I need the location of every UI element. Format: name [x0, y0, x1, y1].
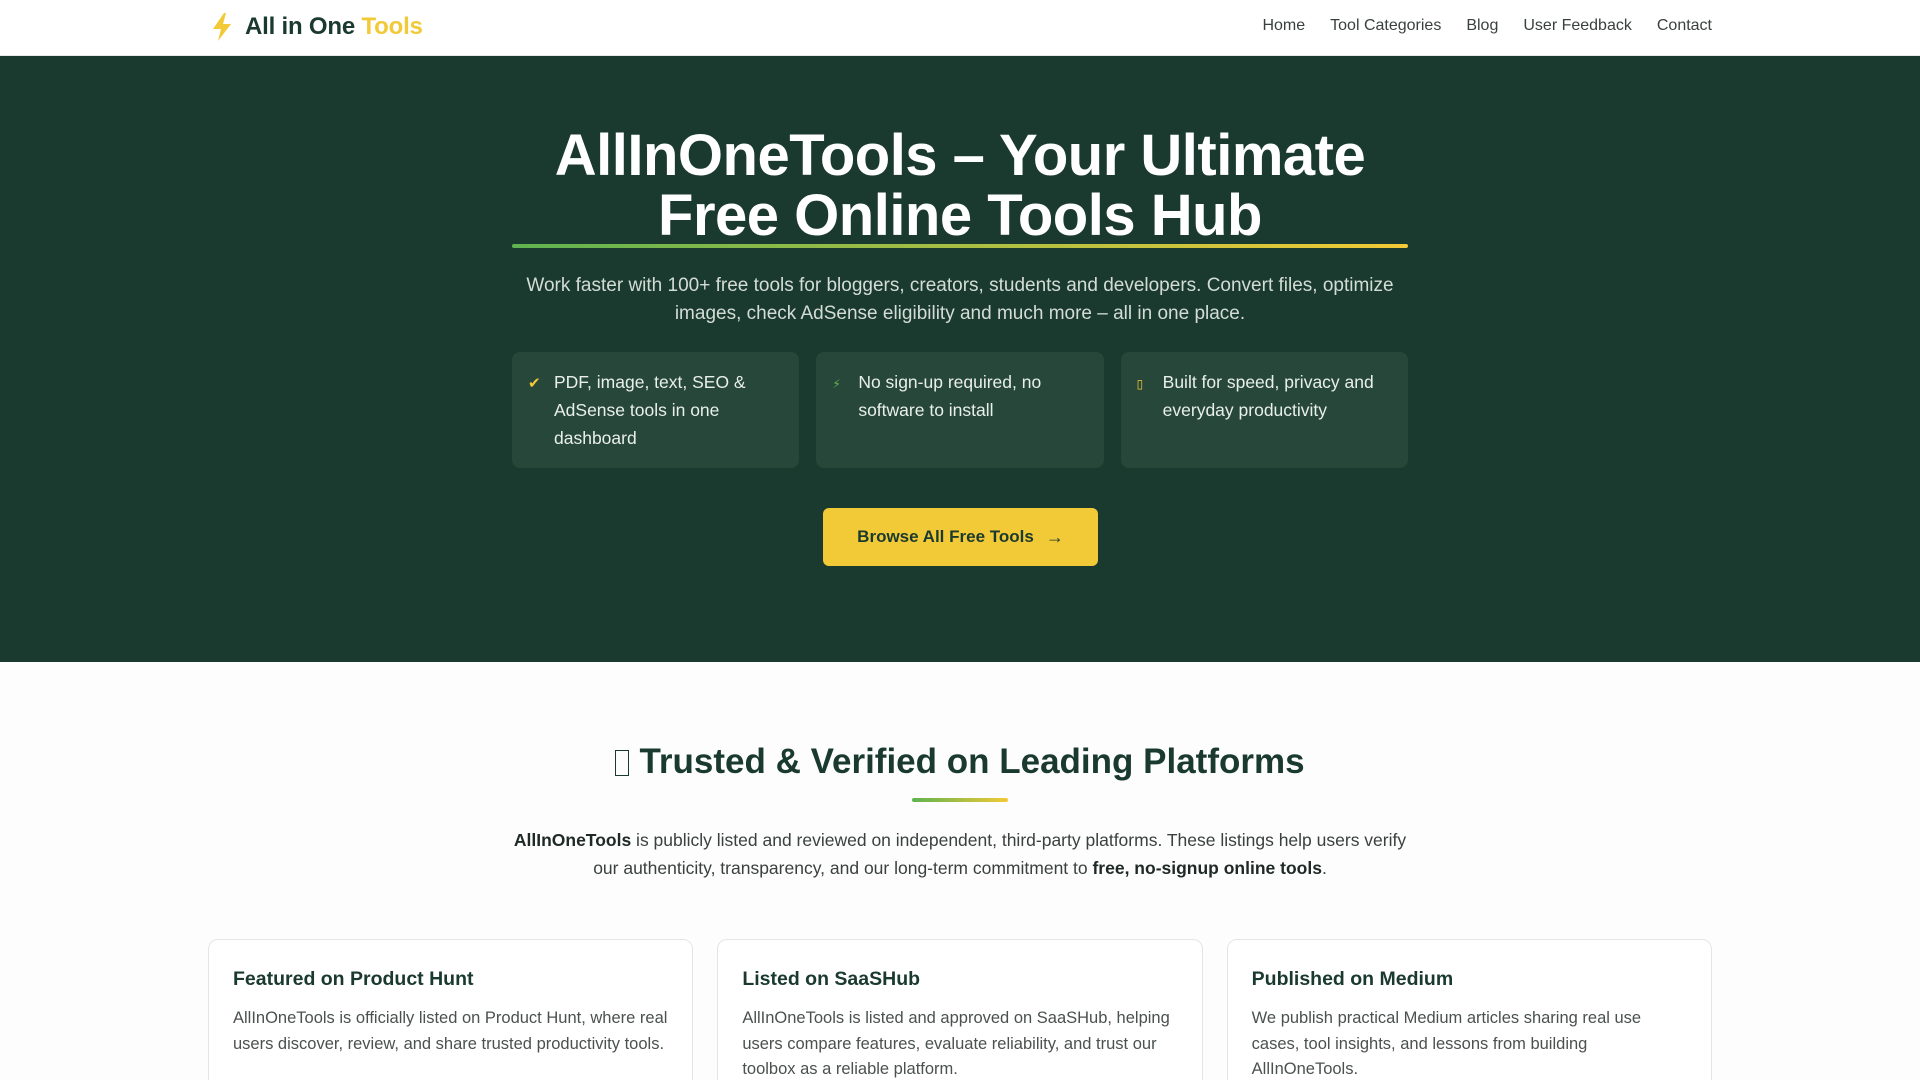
trust-intro-end: . — [1321, 858, 1327, 878]
trust-intro-brand: AllInOneTools — [513, 830, 632, 850]
browse-all-tools-button[interactable]: Browse All Free Tools → — [823, 508, 1098, 566]
feature-text: Built for speed, privacy and everyday pr… — [1162, 372, 1374, 420]
trust-section-title: Trusted & Verified on Leading Platforms — [460, 738, 1460, 786]
hero-section: AllInOneTools – Your Ultimate Free Onlin… — [0, 56, 1920, 662]
brand-logo-link[interactable]: All in One Tools — [209, 12, 423, 42]
brand-name: All in One Tools — [245, 13, 423, 41]
missing-glyph-icon: ▯ — [1136, 377, 1144, 391]
platform-card-product-hunt[interactable]: Featured on Product Hunt AllInOneTools i… — [208, 939, 694, 1080]
nav-blog[interactable]: Blog — [1466, 17, 1498, 35]
trust-intro-emphasis: free, no-signup online tools — [1092, 858, 1322, 878]
hero-title-line-2: Free Online Tools Hub — [658, 183, 1262, 248]
bolt-icon: ⚡ — [832, 377, 841, 391]
hero-title: AllInOneTools – Your Ultimate Free Onlin… — [460, 126, 1460, 246]
feature-list: ✔ PDF, image, text, SEO & AdSense tools … — [512, 352, 1408, 468]
main-nav: Home Tool Categories Blog User Feedback … — [1262, 17, 1712, 35]
feature-card: ⚡ No sign-up required, no software to in… — [816, 352, 1104, 468]
missing-glyph-icon — [615, 750, 630, 776]
platform-card-medium[interactable]: Published on Medium We publish practical… — [1226, 939, 1712, 1080]
card-title: Published on Medium — [1251, 968, 1454, 990]
trust-title-text: Trusted & Verified on Leading Platforms — [639, 742, 1305, 781]
nav-contact[interactable]: Contact — [1657, 17, 1712, 35]
feature-text: PDF, image, text, SEO & AdSense tools in… — [554, 372, 746, 448]
feature-text: No sign-up required, no software to inst… — [858, 372, 1042, 420]
hero-subtitle: Work faster with 100+ free tools for blo… — [526, 275, 1394, 324]
card-description: AllInOneTools is listed and approved on … — [742, 1009, 1170, 1078]
site-header: All in One Tools Home Tool Categories Bl… — [0, 0, 1920, 56]
brand-name-main: All in One — [245, 13, 356, 40]
trust-intro: AllInOneTools is publicly listed and rev… — [510, 826, 1410, 882]
platform-card-saashub[interactable]: Listed on SaaSHub AllInOneTools is liste… — [717, 939, 1203, 1080]
hero-title-line-1: AllInOneTools – Your Ultimate — [554, 123, 1366, 188]
nav-tool-categories[interactable]: Tool Categories — [1330, 17, 1441, 35]
cta-label: Browse All Free Tools — [857, 527, 1034, 546]
brand-name-accent: Tools — [361, 13, 423, 40]
card-title: Featured on Product Hunt — [233, 968, 474, 990]
platform-cards: Featured on Product Hunt AllInOneTools i… — [208, 939, 1712, 1080]
feature-card: ✔ PDF, image, text, SEO & AdSense tools … — [512, 352, 800, 468]
nav-user-feedback[interactable]: User Feedback — [1523, 17, 1632, 35]
hero-title-underline — [512, 244, 1408, 248]
card-title: Listed on SaaSHub — [742, 968, 921, 990]
feature-card: ▯ Built for speed, privacy and everyday … — [1120, 352, 1408, 468]
checkmark-icon: ✔ — [528, 375, 541, 392]
arrow-right-icon: → — [1045, 526, 1064, 547]
card-description: AllInOneTools is officially listed on Pr… — [233, 1009, 668, 1053]
card-description: We publish practical Medium articles sha… — [1251, 1009, 1642, 1078]
bolt-icon — [213, 13, 231, 41]
nav-home[interactable]: Home — [1262, 17, 1305, 35]
trust-title-underline — [912, 798, 1008, 802]
